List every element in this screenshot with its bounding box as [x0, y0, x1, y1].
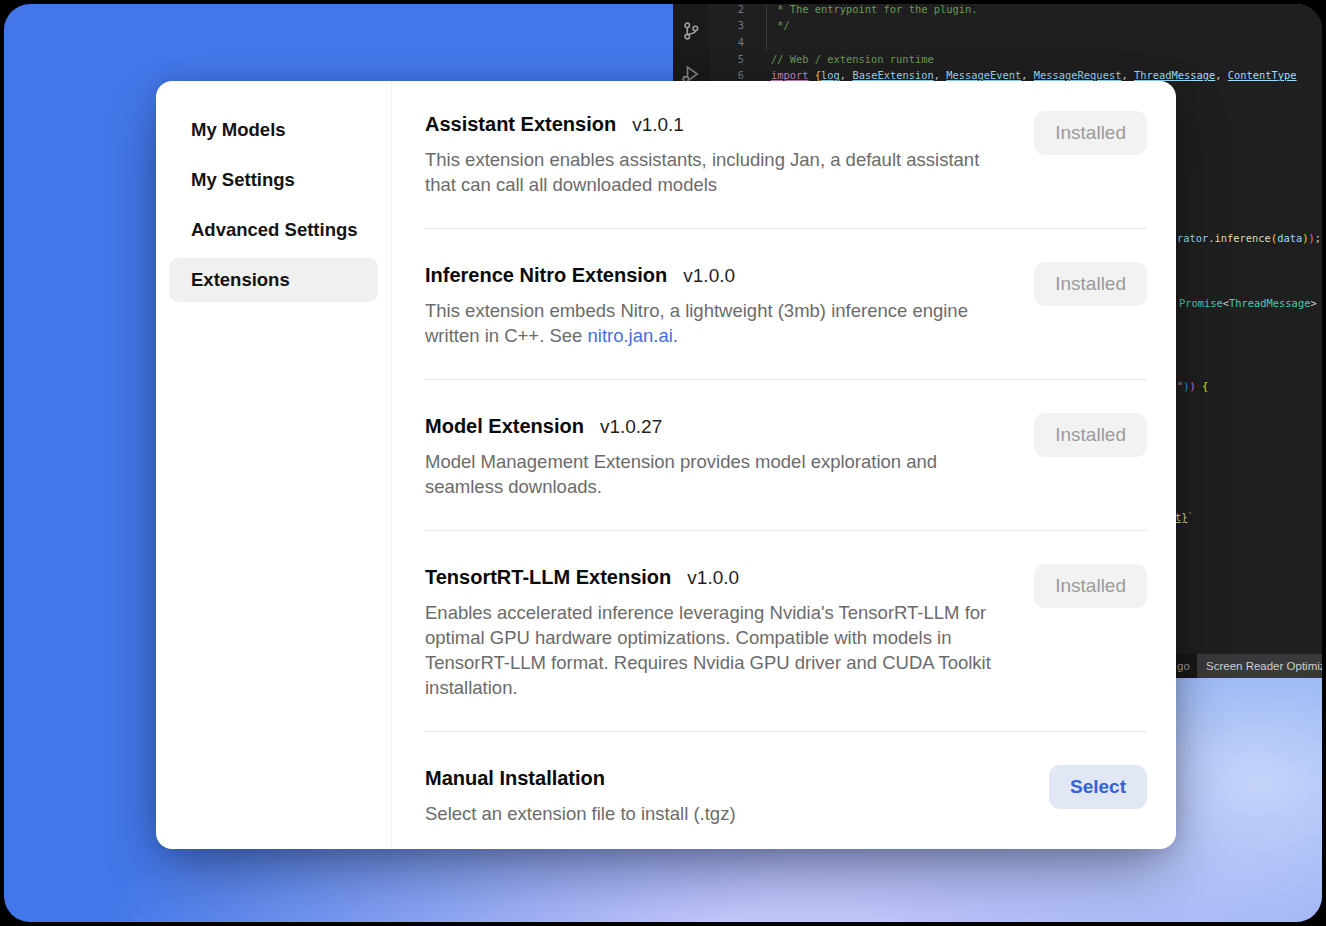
extension-description: Model Management Extension provides mode…	[425, 449, 1010, 499]
source-control-icon[interactable]	[681, 21, 701, 41]
code-line: 5// Web / extension runtime	[709, 51, 1322, 68]
extension-name: Manual Installation	[425, 767, 605, 789]
select-button[interactable]: Select	[1049, 765, 1147, 809]
code-fragment: t}`	[1175, 509, 1194, 526]
installed-button[interactable]: Installed	[1034, 413, 1147, 457]
extension-row-tensorrt-llm: TensortRT-LLM Extension v1.0.0 Enables ac…	[425, 531, 1147, 732]
code-line: 4	[709, 34, 1322, 51]
extension-name: Inference Nitro Extension	[425, 264, 667, 286]
code-fragment: ")) {	[1177, 378, 1208, 395]
extension-version: v1.0.27	[600, 416, 662, 437]
installed-button[interactable]: Installed	[1034, 262, 1147, 306]
code-line: 2 * The entrypoint for the plugin.	[709, 4, 1322, 17]
sidebar-item-extensions[interactable]: Extensions	[169, 258, 378, 302]
extension-name: Assistant Extension	[425, 113, 616, 135]
extension-name: Model Extension	[425, 415, 584, 437]
installed-button[interactable]: Installed	[1034, 111, 1147, 155]
extension-description: Select an extension file to install (.tg…	[425, 801, 1010, 826]
extension-version: v1.0.1	[632, 114, 684, 135]
description-line: TensorRT-LLM format. Requires Nvidia GPU…	[425, 650, 1010, 675]
extension-row-assistant: Assistant Extension v1.0.1 This extension…	[425, 81, 1147, 229]
extension-row-model: Model Extension v1.0.27 Model Management …	[425, 380, 1147, 531]
sidebar-item-my-settings[interactable]: My Settings	[169, 158, 378, 202]
description-line: that can call all downloaded models	[425, 172, 1010, 197]
extension-description: This extension enables assistants, inclu…	[425, 147, 1010, 197]
status-screen-reader-tab[interactable]: Screen Reader Optimized	[1197, 654, 1322, 678]
desktop-background: 1/**2 * The entrypoint for the plugin.3 …	[4, 4, 1322, 922]
description-line: This extension embeds Nitro, a lightweig…	[425, 298, 1010, 323]
description-line: optimal GPU hardware optimizations. Comp…	[425, 625, 1010, 650]
code-fragment: Promise<ThreadMessage>	[1179, 295, 1317, 312]
extension-version: v1.0.0	[683, 265, 735, 286]
nitro-jan-ai-link[interactable]: nitro.jan.ai.	[587, 325, 678, 346]
code-fragment: rator.inference(data));	[1177, 230, 1321, 247]
status-left-text: go	[1177, 654, 1190, 678]
extension-row-manual-installation: Manual Installation Select an extension …	[425, 732, 1147, 826]
extension-name: TensortRT-LLM Extension	[425, 566, 671, 588]
extension-description: Enables accelerated inference leveraging…	[425, 600, 1010, 700]
description-line: Model Management Extension provides mode…	[425, 449, 1010, 474]
description-line: seamless downloads.	[425, 474, 1010, 499]
extensions-list: Assistant Extension v1.0.1 This extension…	[392, 81, 1176, 849]
sidebar-item-advanced-settings[interactable]: Advanced Settings	[169, 208, 378, 252]
settings-panel: My Models My Settings Advanced Settings …	[156, 81, 1176, 849]
extension-row-inference-nitro: Inference Nitro Extension v1.0.0 This ext…	[425, 229, 1147, 380]
sidebar-item-my-models[interactable]: My Models	[169, 108, 378, 152]
description-line: written in C++. See nitro.jan.ai.	[425, 323, 1010, 348]
description-line: installation.	[425, 675, 1010, 700]
description-line: This extension enables assistants, inclu…	[425, 147, 1010, 172]
description-line: Enables accelerated inference leveraging…	[425, 600, 1010, 625]
extension-version: v1.0.0	[687, 567, 739, 588]
code-line: 3 */	[709, 17, 1322, 34]
installed-button[interactable]: Installed	[1034, 564, 1147, 608]
extension-description: This extension embeds Nitro, a lightweig…	[425, 298, 1010, 348]
settings-sidebar: My Models My Settings Advanced Settings …	[156, 81, 392, 849]
